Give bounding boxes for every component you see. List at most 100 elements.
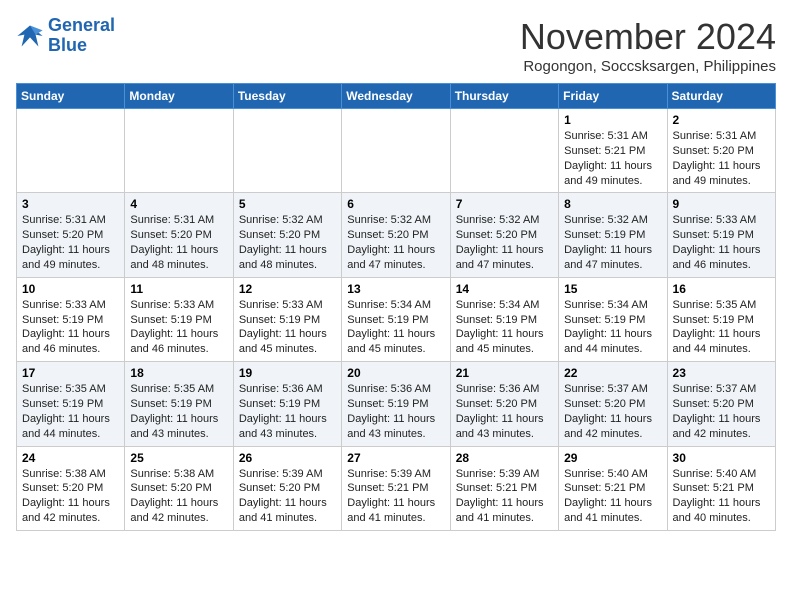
location: Rogongon, Soccsksargen, Philippines: [520, 58, 776, 75]
day-info: Sunrise: 5:35 AMSunset: 5:19 PMDaylight:…: [130, 382, 227, 441]
calendar-cell: 26Sunrise: 5:39 AMSunset: 5:20 PMDayligh…: [233, 446, 341, 530]
calendar-cell: 4 Sunrise: 5:31 AMSunset: 5:20 PMDaylight…: [125, 193, 233, 277]
day-number: 2: [673, 113, 770, 127]
logo-bird-icon: [16, 22, 44, 50]
day-info: Sunrise: 5:40 AMSunset: 5:21 PMDaylight:…: [564, 467, 661, 526]
day-info: Sunrise: 5:36 AMSunset: 5:20 PMDaylight:…: [456, 382, 553, 441]
calendar-cell: 16 Sunrise: 5:35 AMSunset: 5:19 PMDayligh…: [667, 277, 775, 361]
day-number: 13: [347, 282, 444, 296]
day-info: Sunrise: 5:34 AMSunset: 5:19 PMDaylight:…: [564, 298, 661, 357]
day-number: 30: [673, 451, 770, 465]
day-info: Sunrise: 5:38 AMSunset: 5:20 PMDaylight:…: [130, 467, 227, 526]
day-number: 16: [673, 282, 770, 296]
month-title: November 2024: [520, 16, 776, 58]
calendar-cell: 14Sunrise: 5:34 AMSunset: 5:19 PMDayligh…: [450, 277, 558, 361]
day-number: 20: [347, 366, 444, 380]
weekday-header: Monday: [125, 84, 233, 109]
day-number: 3: [22, 197, 119, 211]
weekday-header: Tuesday: [233, 84, 341, 109]
calendar-cell: 2 Sunrise: 5:31 AMSunset: 5:20 PMDaylight…: [667, 109, 775, 193]
weekday-header: Wednesday: [342, 84, 450, 109]
day-number: 25: [130, 451, 227, 465]
day-number: 11: [130, 282, 227, 296]
calendar-cell: 6Sunrise: 5:32 AMSunset: 5:20 PMDaylight…: [342, 193, 450, 277]
day-number: 10: [22, 282, 119, 296]
calendar-cell: 7Sunrise: 5:32 AMSunset: 5:20 PMDaylight…: [450, 193, 558, 277]
day-info: Sunrise: 5:36 AMSunset: 5:19 PMDaylight:…: [347, 382, 444, 441]
calendar-cell: 18 Sunrise: 5:35 AMSunset: 5:19 PMDayligh…: [125, 362, 233, 446]
day-number: 8: [564, 197, 661, 211]
page-header: General Blue November 2024 Rogongon, Soc…: [16, 16, 776, 75]
calendar-cell: 12Sunrise: 5:33 AMSunset: 5:19 PMDayligh…: [233, 277, 341, 361]
day-number: 17: [22, 366, 119, 380]
day-info: Sunrise: 5:31 AMSunset: 5:20 PMDaylight:…: [130, 213, 227, 272]
day-number: 18: [130, 366, 227, 380]
calendar-cell: 25 Sunrise: 5:38 AMSunset: 5:20 PMDayligh…: [125, 446, 233, 530]
calendar-cell: [450, 109, 558, 193]
day-number: 22: [564, 366, 661, 380]
calendar-cell: 3 Sunrise: 5:31 AMSunset: 5:20 PMDaylight…: [17, 193, 125, 277]
day-info: Sunrise: 5:31 AMSunset: 5:20 PMDaylight:…: [22, 213, 119, 272]
day-info: Sunrise: 5:36 AMSunset: 5:19 PMDaylight:…: [239, 382, 336, 441]
logo-line2: Blue: [48, 35, 87, 55]
day-info: Sunrise: 5:35 AMSunset: 5:19 PMDaylight:…: [673, 298, 770, 357]
day-info: Sunrise: 5:32 AMSunset: 5:20 PMDaylight:…: [239, 213, 336, 272]
day-info: Sunrise: 5:37 AMSunset: 5:20 PMDaylight:…: [564, 382, 661, 441]
calendar-cell: [342, 109, 450, 193]
weekday-header: Friday: [559, 84, 667, 109]
day-number: 9: [673, 197, 770, 211]
day-number: 14: [456, 282, 553, 296]
calendar-header-row: SundayMondayTuesdayWednesdayThursdayFrid…: [17, 84, 776, 109]
day-info: Sunrise: 5:33 AMSunset: 5:19 PMDaylight:…: [22, 298, 119, 357]
day-info: Sunrise: 5:34 AMSunset: 5:19 PMDaylight:…: [347, 298, 444, 357]
calendar-cell: [125, 109, 233, 193]
calendar-cell: 29 Sunrise: 5:40 AMSunset: 5:21 PMDayligh…: [559, 446, 667, 530]
calendar-cell: [233, 109, 341, 193]
calendar-cell: 24 Sunrise: 5:38 AMSunset: 5:20 PMDayligh…: [17, 446, 125, 530]
calendar-cell: 13 Sunrise: 5:34 AMSunset: 5:19 PMDayligh…: [342, 277, 450, 361]
day-number: 12: [239, 282, 336, 296]
calendar-cell: 5 Sunrise: 5:32 AMSunset: 5:20 PMDaylight…: [233, 193, 341, 277]
day-info: Sunrise: 5:32 AMSunset: 5:19 PMDaylight:…: [564, 213, 661, 272]
day-number: 4: [130, 197, 227, 211]
day-number: 6: [347, 197, 444, 211]
calendar-cell: 8 Sunrise: 5:32 AMSunset: 5:19 PMDaylight…: [559, 193, 667, 277]
day-number: 23: [673, 366, 770, 380]
day-number: 29: [564, 451, 661, 465]
day-info: Sunrise: 5:37 AMSunset: 5:20 PMDaylight:…: [673, 382, 770, 441]
calendar-cell: [17, 109, 125, 193]
logo-text: General Blue: [48, 16, 115, 56]
calendar-cell: 15Sunrise: 5:34 AMSunset: 5:19 PMDayligh…: [559, 277, 667, 361]
calendar-cell: 27 Sunrise: 5:39 AMSunset: 5:21 PMDayligh…: [342, 446, 450, 530]
day-number: 1: [564, 113, 661, 127]
day-info: Sunrise: 5:33 AMSunset: 5:19 PMDaylight:…: [130, 298, 227, 357]
day-info: Sunrise: 5:40 AMSunset: 5:21 PMDaylight:…: [673, 467, 770, 526]
calendar-cell: 21Sunrise: 5:36 AMSunset: 5:20 PMDayligh…: [450, 362, 558, 446]
day-info: Sunrise: 5:39 AMSunset: 5:21 PMDaylight:…: [347, 467, 444, 526]
calendar-cell: 19 Sunrise: 5:36 AMSunset: 5:19 PMDayligh…: [233, 362, 341, 446]
title-block: November 2024 Rogongon, Soccsksargen, Ph…: [520, 16, 776, 75]
day-number: 27: [347, 451, 444, 465]
day-number: 19: [239, 366, 336, 380]
day-info: Sunrise: 5:33 AMSunset: 5:19 PMDaylight:…: [673, 213, 770, 272]
calendar-cell: 23 Sunrise: 5:37 AMSunset: 5:20 PMDayligh…: [667, 362, 775, 446]
calendar-cell: 22 Sunrise: 5:37 AMSunset: 5:20 PMDayligh…: [559, 362, 667, 446]
calendar-cell: 9 Sunrise: 5:33 AMSunset: 5:19 PMDaylight…: [667, 193, 775, 277]
calendar-week-row: 17 Sunrise: 5:35 AMSunset: 5:19 PMDayligh…: [17, 362, 776, 446]
weekday-header: Thursday: [450, 84, 558, 109]
logo-line1: General: [48, 15, 115, 35]
day-number: 5: [239, 197, 336, 211]
day-info: Sunrise: 5:38 AMSunset: 5:20 PMDaylight:…: [22, 467, 119, 526]
weekday-header: Sunday: [17, 84, 125, 109]
calendar-cell: 1Sunrise: 5:31 AMSunset: 5:21 PMDaylight…: [559, 109, 667, 193]
day-number: 7: [456, 197, 553, 211]
calendar-table: SundayMondayTuesdayWednesdayThursdayFrid…: [16, 83, 776, 531]
calendar-week-row: 24 Sunrise: 5:38 AMSunset: 5:20 PMDayligh…: [17, 446, 776, 530]
day-info: Sunrise: 5:35 AMSunset: 5:19 PMDaylight:…: [22, 382, 119, 441]
day-info: Sunrise: 5:39 AMSunset: 5:21 PMDaylight:…: [456, 467, 553, 526]
day-info: Sunrise: 5:31 AMSunset: 5:20 PMDaylight:…: [673, 129, 770, 188]
day-number: 26: [239, 451, 336, 465]
day-number: 28: [456, 451, 553, 465]
day-number: 24: [22, 451, 119, 465]
calendar-cell: 17 Sunrise: 5:35 AMSunset: 5:19 PMDayligh…: [17, 362, 125, 446]
